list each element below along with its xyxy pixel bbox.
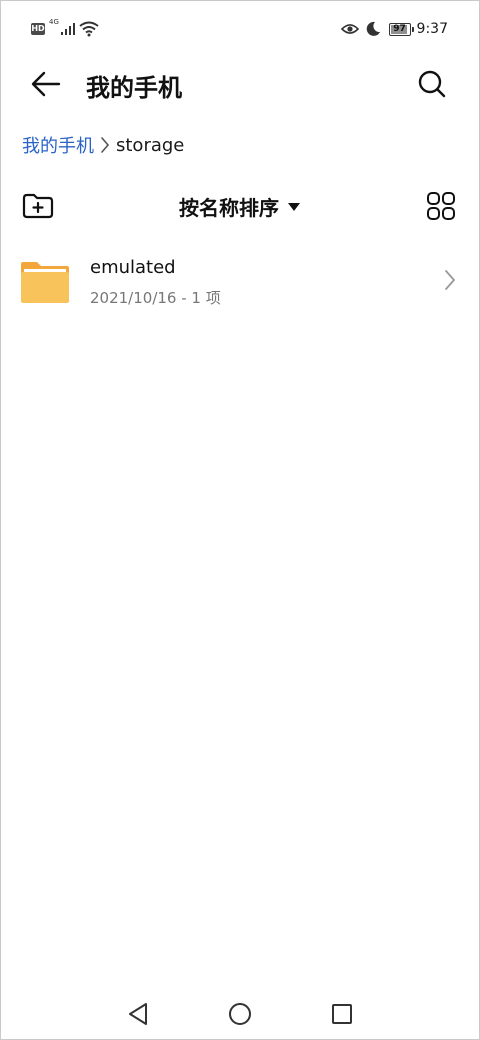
- nav-recents-square-icon: [332, 1004, 352, 1024]
- back-arrow-icon: [31, 71, 61, 97]
- breadcrumb-current: storage: [116, 134, 185, 156]
- file-meta: 2021/10/16 - 1 项: [90, 289, 221, 307]
- signal-strength-icon: [60, 23, 75, 35]
- battery-level-text: 97: [393, 23, 406, 34]
- nav-back-triangle-icon: [129, 1003, 147, 1025]
- hd-badge: HD: [31, 23, 45, 35]
- chevron-right-icon: [101, 137, 110, 153]
- dropdown-triangle-icon: [288, 202, 300, 211]
- grid-view-button[interactable]: [424, 189, 458, 223]
- sort-label: 按名称排序: [179, 196, 279, 220]
- sort-dropdown-button[interactable]: 按名称排序: [165, 192, 315, 221]
- new-folder-button[interactable]: [20, 189, 56, 223]
- grid-view-icon: [427, 192, 455, 220]
- nav-home-circle-icon: [229, 1003, 251, 1025]
- status-time: 9:37: [416, 21, 448, 37]
- status-right: 97 9:37: [340, 18, 448, 40]
- toolbar: 按名称排序: [0, 186, 480, 226]
- status-bar: HD 4G 97 9:37: [0, 14, 480, 42]
- folder-icon: [21, 262, 69, 303]
- page-title: 我的手机: [86, 74, 182, 102]
- breadcrumb-root-link[interactable]: 我的手机: [22, 132, 94, 158]
- status-left: HD 4G: [31, 18, 99, 40]
- search-icon: [418, 70, 446, 98]
- battery-icon: 97: [388, 22, 414, 36]
- nav-home-button[interactable]: [226, 1000, 254, 1028]
- title-bar: 我的手机: [0, 60, 480, 106]
- breadcrumb-separator: [100, 136, 110, 154]
- chevron-right-icon: [445, 270, 455, 290]
- nav-back-button[interactable]: [124, 1000, 152, 1028]
- navigation-bar: [0, 996, 480, 1032]
- file-list-item[interactable]: emulated 2021/10/16 - 1 项: [0, 248, 480, 316]
- file-name: emulated: [90, 257, 176, 278]
- do-not-disturb-moon-icon: [366, 21, 380, 36]
- new-folder-icon: [22, 193, 54, 219]
- eye-comfort-icon: [340, 24, 359, 34]
- search-button[interactable]: [414, 66, 450, 102]
- wifi-icon: [79, 21, 99, 37]
- nav-recents-button[interactable]: [328, 1000, 356, 1028]
- network-type-label: 4G: [49, 18, 59, 26]
- back-button[interactable]: [28, 66, 64, 102]
- breadcrumb: 我的手机 storage: [22, 132, 184, 158]
